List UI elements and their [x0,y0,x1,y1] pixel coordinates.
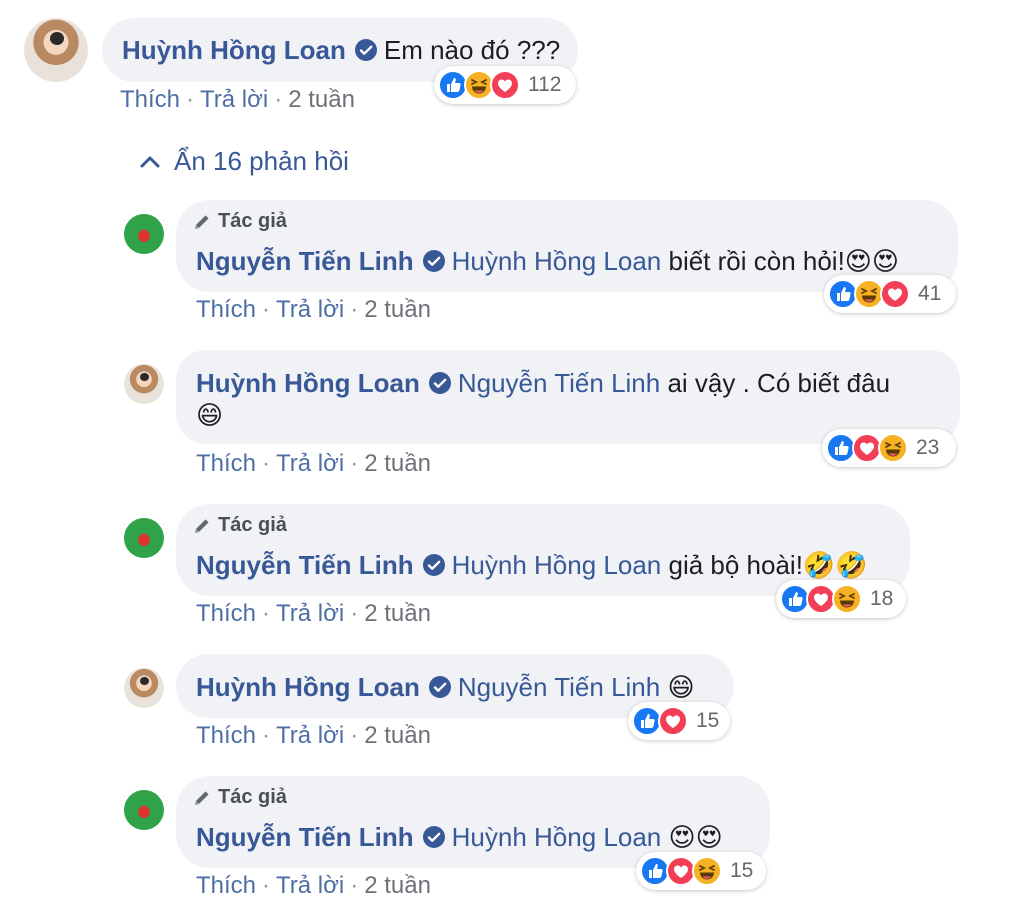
avatar[interactable] [124,668,164,708]
love-icon [658,706,688,736]
reaction-count: 15 [696,709,720,732]
reactions-summary[interactable]: 41 [824,275,956,313]
reaction-count: 15 [730,859,754,882]
reply-author[interactable]: Huỳnh Hồng Loan [196,672,420,702]
haha-icon [692,856,722,886]
comment-author[interactable]: Huỳnh Hồng Loan [122,35,346,65]
love-icon [490,70,520,100]
avatar[interactable] [24,18,88,82]
verified-icon [354,38,378,62]
reply-actions: Thích · Trả lời · 2 tuần [196,600,431,627]
timestamp[interactable]: 2 tuần [364,296,431,323]
reply: Tác giả Nguyễn Tiến Linh Huỳnh Hồng Loan … [0,504,1030,634]
author-badge: Tác giả [192,210,287,233]
reply-actions: Thích · Trả lời · 2 tuần [196,450,431,477]
reply-actions: Thích · Trả lời · 2 tuần [196,722,431,749]
pen-icon [192,516,212,536]
reply-text: biết rồi còn hỏi!😍😍 [668,246,900,276]
timestamp[interactable]: 2 tuần [364,872,431,899]
reply-text-continued: 😄 [196,401,224,431]
reply-author[interactable]: Huỳnh Hồng Loan [196,368,420,398]
reply: Huỳnh Hồng Loan Nguyễn Tiến Linh ai vậy .… [0,350,1030,490]
timestamp[interactable]: 2 tuần [288,86,355,113]
like-link[interactable]: Thích [196,722,256,749]
mention-link[interactable]: Huỳnh Hồng Loan [452,246,662,276]
verified-icon [422,249,446,273]
reactions-summary[interactable]: 15 [628,702,730,740]
love-icon [880,279,910,309]
reply-text: 😄 [667,673,695,703]
reply-text: 😍😍 [668,823,723,853]
mention-link[interactable]: Nguyễn Tiến Linh [458,672,660,702]
haha-icon [878,433,908,463]
reply-link[interactable]: Trả lời [276,872,344,899]
verified-icon [428,675,452,699]
reply-text: ai vậy . Có biết đâu [667,368,891,398]
reaction-count: 41 [918,282,942,305]
hide-replies-label: Ẩn 16 phản hồi [174,146,349,176]
reply-author[interactable]: Nguyễn Tiến Linh [196,550,414,580]
avatar[interactable] [124,790,164,830]
mention-link[interactable]: Nguyễn Tiến Linh [458,368,660,398]
like-link[interactable]: Thích [120,86,180,113]
reaction-count: 18 [870,587,894,610]
reply: Huỳnh Hồng Loan Nguyễn Tiến Linh 😄 15 Thí… [0,654,1030,764]
pen-icon [192,212,212,232]
verified-icon [422,825,446,849]
like-link[interactable]: Thích [196,296,256,323]
reply-author[interactable]: Nguyễn Tiến Linh [196,246,414,276]
like-link[interactable]: Thích [196,872,256,899]
timestamp[interactable]: 2 tuần [364,722,431,749]
verified-icon [422,553,446,577]
timestamp[interactable]: 2 tuần [364,450,431,477]
comment-actions: Thích · Trả lời · 2 tuần [120,86,355,113]
like-link[interactable]: Thích [196,450,256,477]
comment: Huỳnh Hồng Loan Em nào đó ??? 112 Thích · T… [0,0,1030,130]
author-badge: Tác giả [192,514,287,537]
reply-actions: Thích · Trả lời · 2 tuần [196,296,431,323]
comment-text: Em nào đó ??? [383,35,561,65]
reactions-summary[interactable]: 15 [636,852,766,890]
reply: Tác giả Nguyễn Tiến Linh Huỳnh Hồng Loan … [0,200,1030,330]
author-badge: Tác giả [192,786,287,809]
avatar[interactable] [124,214,164,254]
reactions-summary[interactable]: 23 [822,429,956,467]
avatar[interactable] [124,364,164,404]
timestamp[interactable]: 2 tuần [364,600,431,627]
reaction-count: 23 [916,436,940,459]
pen-icon [192,788,212,808]
reaction-count: 112 [528,73,562,96]
reply-actions: Thích · Trả lời · 2 tuần [196,872,431,899]
like-link[interactable]: Thích [196,600,256,627]
reactions-summary[interactable]: 18 [776,580,906,618]
reply: Tác giả Nguyễn Tiến Linh Huỳnh Hồng Loan … [0,776,1030,920]
hide-replies-toggle[interactable]: Ẩn 16 phản hồi [140,146,349,177]
verified-icon [428,371,452,395]
reply-text: giả bộ hoài!🤣🤣 [668,550,868,580]
mention-link[interactable]: Huỳnh Hồng Loan [452,550,662,580]
reactions-summary[interactable]: 112 [434,66,576,104]
reply-author[interactable]: Nguyễn Tiến Linh [196,822,414,852]
reply-link[interactable]: Trả lời [276,450,344,477]
haha-icon [832,584,862,614]
reply-link[interactable]: Trả lời [276,722,344,749]
reply-link[interactable]: Trả lời [200,86,268,113]
reply-link[interactable]: Trả lời [276,600,344,627]
avatar[interactable] [124,518,164,558]
chevron-up-icon [140,156,160,167]
reply-link[interactable]: Trả lời [276,296,344,323]
mention-link[interactable]: Huỳnh Hồng Loan [452,822,662,852]
